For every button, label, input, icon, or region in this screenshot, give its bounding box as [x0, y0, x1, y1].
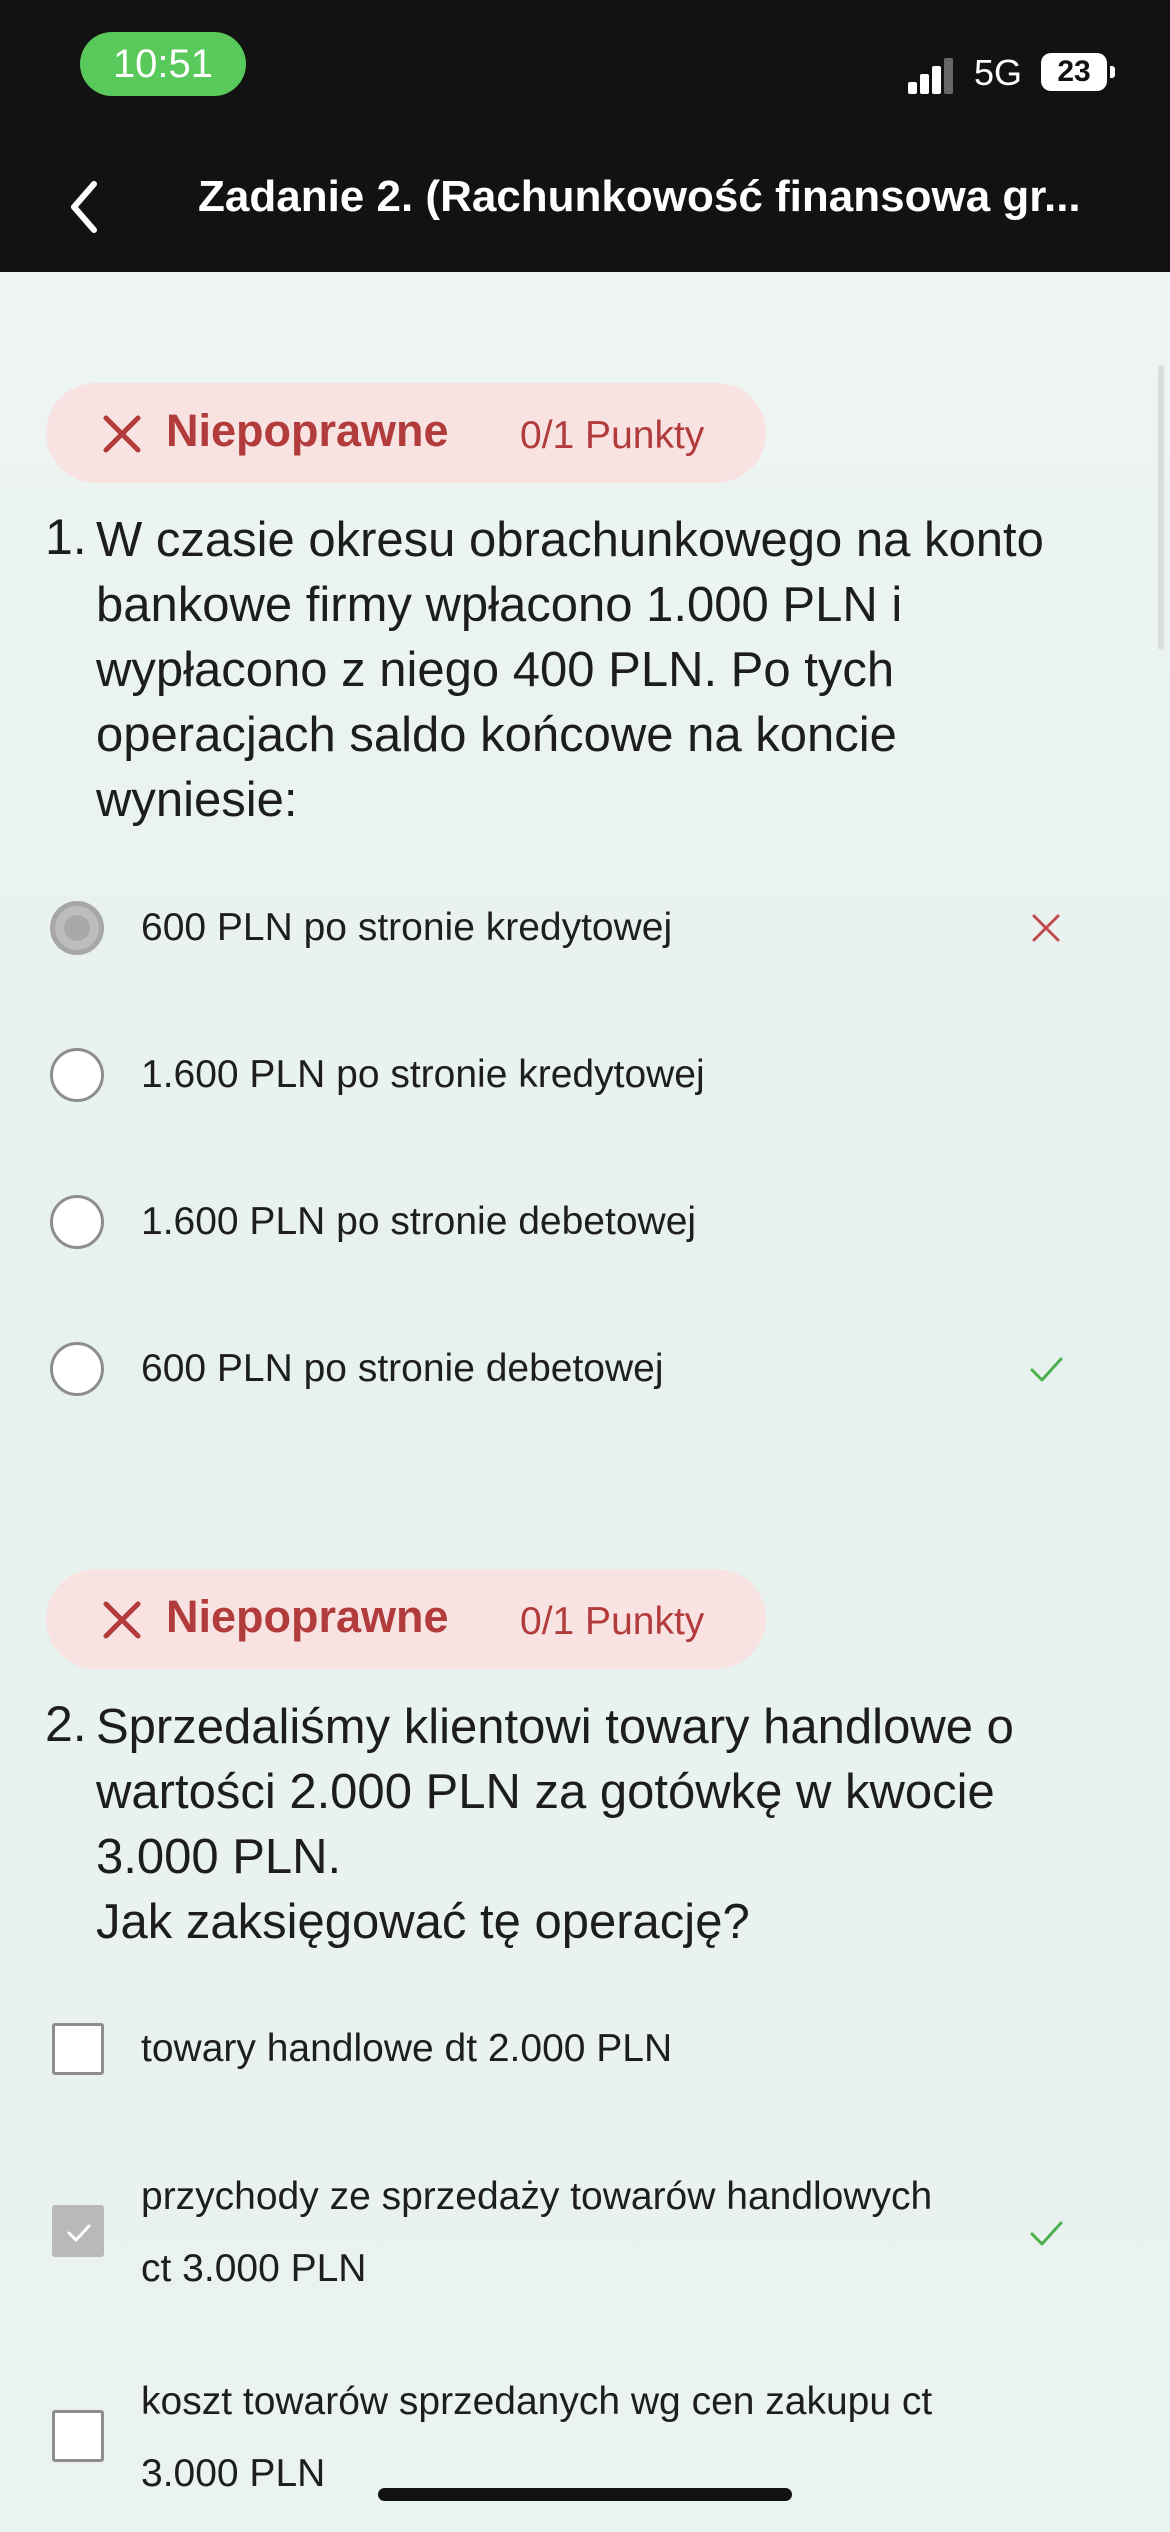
- option-line: koszt towarów sprzedanych wg cen zakupu …: [141, 2380, 933, 2423]
- answer-option[interactable]: 600 PLN po stronie debetowej: [46, 1333, 1086, 1405]
- page-title: Zadanie 2. (Rachunkowość finansowa gr...: [198, 172, 1081, 221]
- scrollbar[interactable]: [1158, 365, 1164, 650]
- question-text: Sprzedaliśmy klientowi towary handlowe o…: [96, 1695, 1116, 1955]
- battery-icon: 23: [1041, 53, 1107, 91]
- radio-button[interactable]: [50, 1342, 104, 1396]
- battery-tip: [1110, 66, 1115, 78]
- radio-button[interactable]: [50, 901, 104, 955]
- back-chevron-icon[interactable]: [60, 172, 110, 242]
- answer-option[interactable]: 1.600 PLN po stronie debetowej: [46, 1186, 1086, 1258]
- top-bar: 10:51 5G 23 Zadanie 2. (Rachunkowość fin…: [0, 0, 1170, 272]
- option-line: ct 3.000 PLN: [141, 2247, 367, 2290]
- question-line: bankowe firmy wpłacono 1.000 PLN i: [96, 578, 903, 632]
- correct-check-icon: [1030, 2221, 1063, 2246]
- answer-option[interactable]: 1.600 PLN po stronie kredytowej: [46, 1039, 1086, 1111]
- option-label: 600 PLN po stronie debetowej: [141, 1347, 664, 1390]
- checkbox[interactable]: [52, 2410, 104, 2462]
- status-time: 10:51: [80, 32, 246, 96]
- option-label: towary handlowe dt 2.000 PLN: [141, 2027, 673, 2070]
- option-label: 1.600 PLN po stronie debetowej: [141, 1200, 697, 1243]
- result-badge: Niepoprawne 0/1 Punkty: [46, 1569, 766, 1669]
- correct-check-icon: [1030, 1357, 1063, 1382]
- signal-icon: [908, 58, 956, 94]
- question-line: W czasie okresu obrachunkowego na konto: [96, 513, 1044, 567]
- checkbox[interactable]: [52, 2023, 104, 2075]
- radio-button[interactable]: [50, 1048, 104, 1102]
- answer-option[interactable]: przychody ze sprzedaży towarów handlowyc…: [46, 2161, 1086, 2305]
- incorrect-x-icon: [103, 415, 141, 453]
- question-line: operacjach saldo końcowe na koncie: [96, 708, 897, 762]
- result-badge: Niepoprawne 0/1 Punkty: [46, 383, 766, 483]
- points-label: 0/1 Punkty: [520, 414, 705, 457]
- incorrect-x-icon: [103, 1601, 141, 1639]
- status-label: Niepoprawne: [166, 405, 449, 456]
- question-number: 2.: [45, 1696, 87, 1752]
- question-line: wartości 2.000 PLN za gotówkę w kwocie: [96, 1765, 995, 1819]
- option-line: przychody ze sprzedaży towarów handlowyc…: [141, 2175, 933, 2218]
- question-line: wyniesie:: [96, 773, 298, 827]
- question-text: W czasie okresu obrachunkowego na konto …: [96, 508, 1116, 833]
- points-label: 0/1 Punkty: [520, 1600, 705, 1643]
- option-label: przychody ze sprzedaży towarów handlowyc…: [141, 2161, 1021, 2305]
- check-icon: [67, 2224, 91, 2242]
- checkbox[interactable]: [52, 2205, 104, 2257]
- answer-option[interactable]: 600 PLN po stronie kredytowej: [46, 892, 1086, 964]
- question-line: Sprzedaliśmy klientowi towary handlowe o: [96, 1700, 1014, 1754]
- question-number: 1.: [45, 509, 87, 565]
- incorrect-mark-icon: [1032, 914, 1060, 942]
- option-label: 1.600 PLN po stronie kredytowej: [141, 1053, 705, 1096]
- question-line: wypłacono z niego 400 PLN. Po tych: [96, 643, 895, 697]
- question-line: 3.000 PLN.: [96, 1830, 342, 1884]
- answer-option[interactable]: towary handlowe dt 2.000 PLN: [46, 2013, 1086, 2085]
- network-label: 5G: [974, 52, 1023, 93]
- radio-button[interactable]: [50, 1195, 104, 1249]
- status-label: Niepoprawne: [166, 1591, 449, 1642]
- question-line: Jak zaksięgować tę operację?: [96, 1895, 750, 1949]
- home-indicator[interactable]: [378, 2488, 792, 2501]
- option-label: 600 PLN po stronie kredytowej: [141, 906, 673, 949]
